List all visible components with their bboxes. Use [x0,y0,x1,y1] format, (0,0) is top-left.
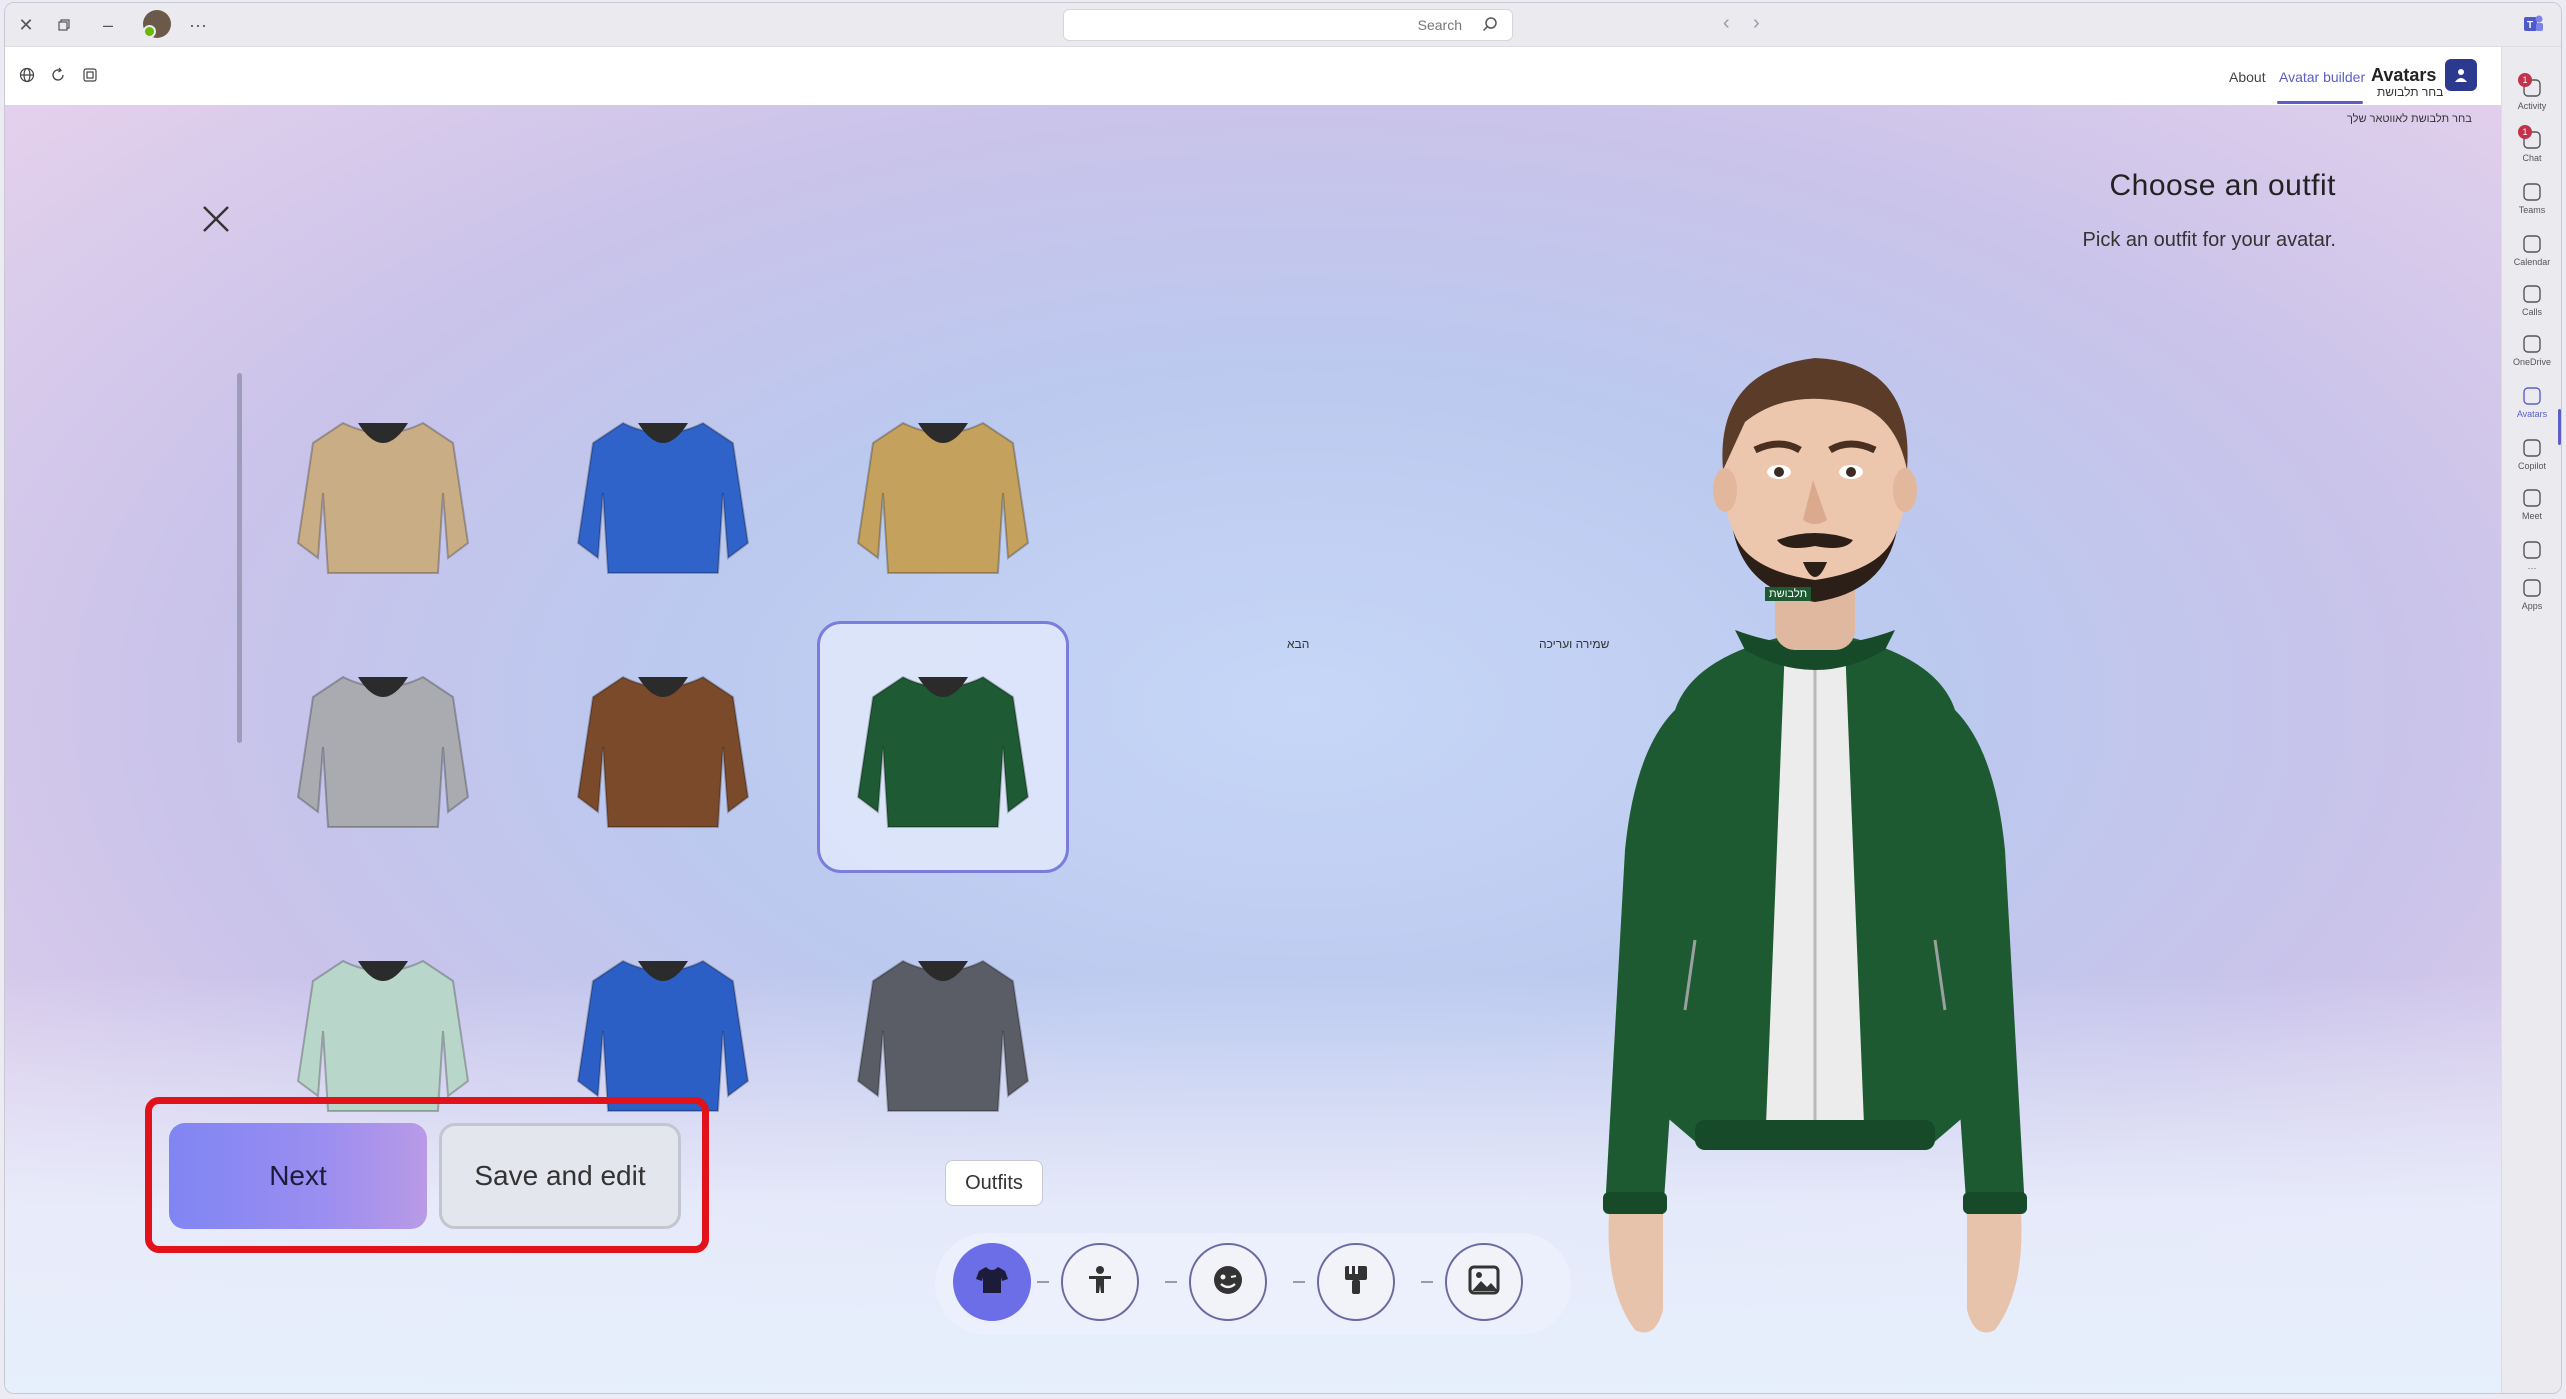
avatar-preview [1545,330,2085,1375]
outfit-tile[interactable] [537,367,789,619]
restore-window-icon[interactable] [51,12,77,38]
page-title: Choose an outfit [2109,169,2336,202]
rail-item-activity[interactable]: Activity 1 [2502,73,2561,111]
app-header-tools [19,67,109,88]
active-tab-indicator [2277,101,2363,104]
tab-about[interactable]: About [2229,69,2266,85]
category-outfits-button[interactable] [953,1243,1031,1321]
rail-label: Teams [2518,205,2546,215]
profile-avatar[interactable] [143,10,171,38]
outfit-tile[interactable] [537,621,789,873]
rail-item-teams[interactable]: Teams [2502,181,2561,215]
avatar-tag: תלבושת [1765,587,1812,601]
search-placeholder: Search [1417,17,1462,33]
rail-label: Calendar [2513,257,2551,267]
breadcrumb: בחר תלבושת לאווטאר שלך [2347,113,2472,125]
rail-item-apps[interactable]: Apps [2502,577,2561,611]
teams-window: ✕ – ··· Search ‹ › T About Avatar builde… [4,2,2562,1394]
outfit-garment-icon [856,959,1030,1112]
rail-icon [2521,283,2543,305]
rail-icon [2521,385,2543,407]
avatars-app-icon [2445,59,2477,91]
globe-icon[interactable] [19,67,39,88]
rail-label: OneDrive [2512,357,2551,367]
rail-label: Activity [2517,101,2547,111]
search-icon [1482,16,1498,37]
toolbar-separator [1421,1281,1433,1283]
rail-item-meet[interactable]: Meet [2502,487,2561,521]
rail-label: Copilot [2517,461,2546,471]
page-subtitle: Pick an outfit for your avatar. [2082,229,2336,251]
outfit-tile[interactable] [257,621,509,873]
outfit-garment-icon [296,421,470,574]
rail-item-onedrive[interactable]: OneDrive [2502,333,2561,367]
title-bar: ✕ – ··· Search ‹ › T [5,3,2561,47]
toolbar-separator [1293,1281,1305,1283]
body-icon [1085,1265,1115,1300]
rail-item-copilot[interactable]: Copilot [2502,437,2561,471]
minimize-window-icon[interactable]: – [95,12,121,38]
outfit-garment-icon [856,421,1030,574]
rail-label: Apps [2521,601,2543,611]
app-title: Avatars [2371,65,2437,85]
rail-label: Meet [2521,511,2542,521]
rail-item-calls[interactable]: Calls [2502,283,2561,317]
save-and-edit-button[interactable]: Save and edit [439,1123,681,1229]
outfit-tile[interactable] [257,367,509,619]
paintbrush-icon [1341,1264,1371,1301]
outfit-garment-icon [296,675,470,828]
refresh-icon[interactable] [50,67,70,88]
rail-icon [2521,333,2543,355]
app-rail: Activity 1 Chat 1 Teams Calendar Calls OneDrive… [2501,47,2561,1393]
rail-label: Avatars [2516,409,2548,419]
category-style-button[interactable] [1317,1243,1395,1321]
rail-item-calendar[interactable]: Calendar [2502,233,2561,267]
category-background-button[interactable] [1445,1243,1523,1321]
toolbar-separator [1165,1281,1177,1283]
svg-text:T: T [2527,20,2533,31]
notification-badge: 1 [2518,125,2532,139]
next-button[interactable]: Next [169,1123,427,1229]
image-icon [1468,1265,1500,1300]
rail-icon [2521,181,2543,203]
rail-icon [2521,577,2543,599]
outfit-garment-icon [856,675,1030,828]
tab-avatar-builder[interactable]: Avatar builder [2279,69,2365,85]
category-tooltip: Outfits [945,1160,1043,1206]
rail-label: Calls [2521,307,2542,317]
notification-badge: 1 [2518,73,2532,87]
popout-icon[interactable] [82,67,102,88]
rail-label: ··· [2527,563,2537,573]
forward-arrow-icon[interactable]: › [1753,12,1760,35]
hint-next: הבא [1287,637,1310,651]
outfit-tile[interactable] [817,905,1069,1157]
outfit-list-scrollbar[interactable] [237,373,242,743]
rail-icon [2521,539,2543,561]
rail-item-avatars[interactable]: Avatars [2502,385,2561,419]
rail-label: Chat [2522,153,2542,163]
rail-icon [2521,233,2543,255]
back-arrow-icon[interactable]: ‹ [1723,12,1730,35]
more-options-icon[interactable]: ··· [185,12,211,38]
rail-icon [2521,437,2543,459]
teams-logo-icon: T [2522,13,2544,40]
rail-item--[interactable]: ··· [2502,539,2561,573]
shirt-icon [975,1265,1009,1300]
rail-item-chat[interactable]: Chat 1 [2502,125,2561,163]
category-body-button[interactable] [1061,1243,1139,1321]
outfit-garment-icon [576,421,750,574]
close-window-icon[interactable]: ✕ [13,12,39,38]
category-face-button[interactable] [1189,1243,1267,1321]
app-subtitle: בחר תלבושת [2377,85,2444,99]
outfit-tile[interactable] [817,367,1069,619]
outfit-tile[interactable] [817,621,1069,873]
app-header: About Avatar builder Avatars בחר תלבושת [5,47,2501,106]
category-toolbar [935,1233,1571,1335]
toolbar-separator [1037,1281,1049,1283]
face-icon [1212,1264,1244,1301]
close-icon[interactable] [201,201,231,241]
rail-icon [2521,487,2543,509]
search-input[interactable]: Search [1063,9,1513,41]
outfit-garment-icon [576,675,750,828]
